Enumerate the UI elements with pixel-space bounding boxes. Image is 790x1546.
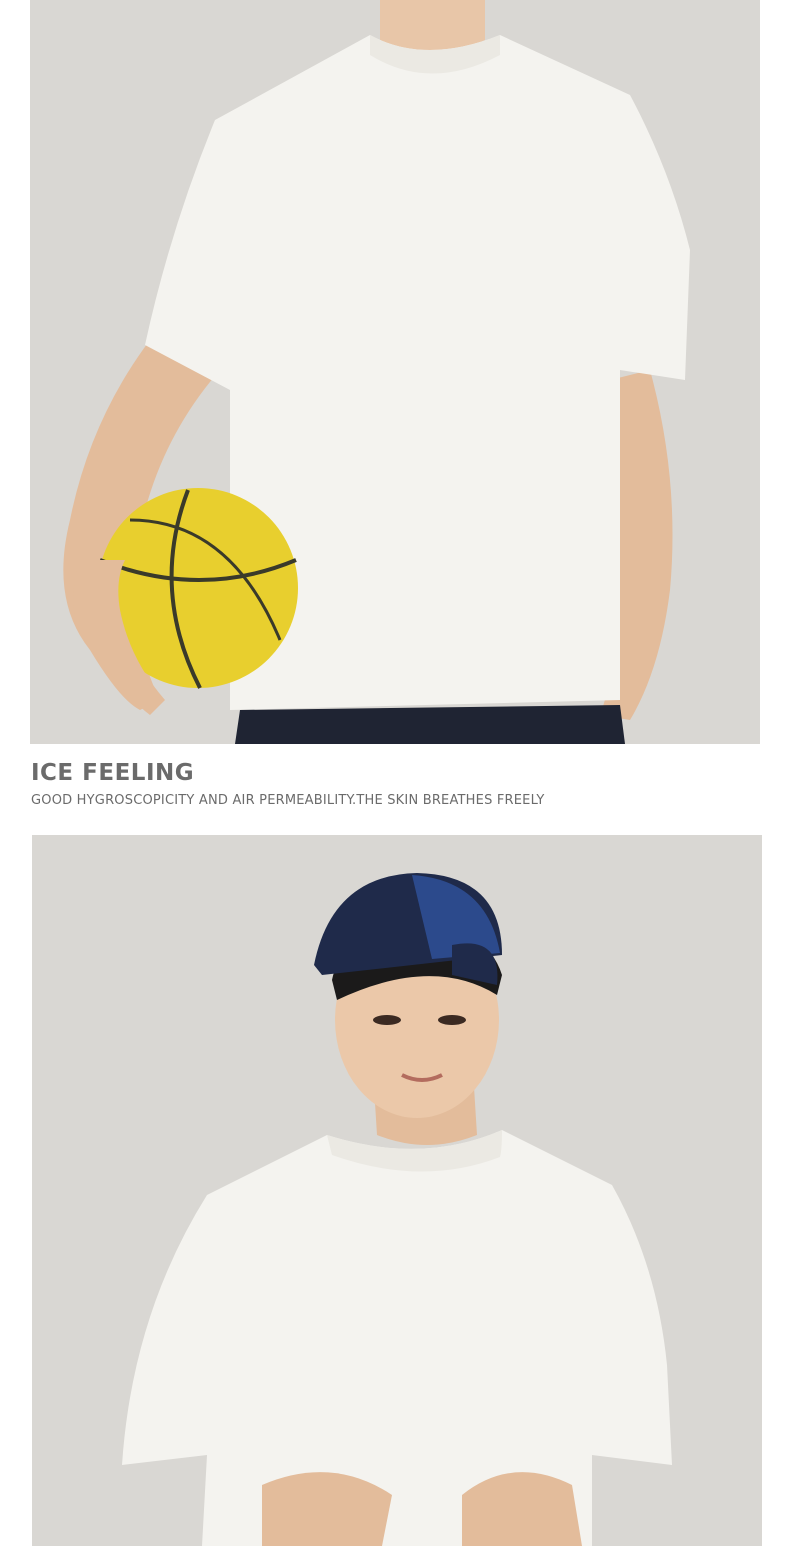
feature-subtitle: GOOD HYGROSCOPICITY AND AIR PERMEABILITY… [31, 793, 545, 808]
model-with-cap-illustration [32, 835, 762, 1546]
feature-title: ICE FEELING [31, 760, 195, 786]
product-photo-cap [32, 835, 762, 1546]
model-with-basketball-illustration [30, 0, 760, 744]
product-photo-basketball [30, 0, 760, 744]
feature-caption: ICE FEELING GOOD HYGROSCOPICITY AND AIR … [31, 758, 751, 810]
